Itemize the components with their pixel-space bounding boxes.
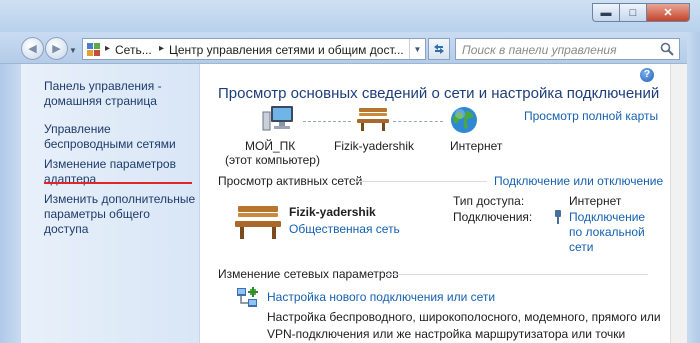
caption-buttons: ▬ □ ✕ [592, 3, 690, 22]
network-type-link[interactable]: Общественная сеть [289, 222, 400, 236]
highlight-underline [44, 182, 192, 184]
network-setup-icon [237, 287, 258, 307]
window-right-frame [687, 32, 700, 343]
page-title: Просмотр основных сведений о сети и наст… [218, 85, 660, 102]
sidebar-item-advanced-sharing[interactable]: Изменить дополнительные параметры общего… [44, 192, 196, 237]
forward-icon: ▶ [52, 43, 61, 55]
access-type-value: Интернет [569, 194, 622, 208]
globe-icon [451, 107, 477, 133]
address-bar[interactable]: ▸ Сеть... ▸ Центр управления сетями и об… [82, 38, 426, 60]
maximize-icon: □ [629, 6, 637, 19]
refresh-icon [434, 44, 444, 54]
map-connection-line [393, 121, 443, 122]
change-settings-heading: Изменение сетевых параметров [218, 267, 399, 281]
title-bar: ▬ □ ✕ [0, 0, 700, 32]
computer-subtitle: (этот компьютер) [225, 153, 320, 167]
map-network-name[interactable]: Fizik-yadershik [334, 139, 414, 153]
breadcrumb-network[interactable]: Сеть... [115, 43, 152, 57]
recent-pages-dropdown[interactable]: ▼ [69, 46, 77, 55]
local-connection-link[interactable]: Подключение по локальной сети [569, 210, 659, 255]
section-divider [386, 274, 648, 275]
map-connection-line [303, 121, 351, 122]
sidebar-item-control-panel-home[interactable]: Панель управления - домашняя страница [44, 79, 196, 109]
search-icon[interactable] [660, 42, 674, 56]
vertical-scrollbar[interactable] [670, 64, 687, 343]
sidebar-item-manage-wireless[interactable]: Управление беспроводными сетями [44, 122, 196, 152]
wired-connection-icon [555, 210, 561, 224]
breadcrumb-separator[interactable]: ▸ [159, 43, 164, 54]
control-panel-icon [87, 43, 100, 56]
access-type-label: Тип доступа: [453, 194, 525, 208]
search-box[interactable]: Поиск в панели управления [455, 38, 680, 60]
breadcrumb-separator[interactable]: ▸ [105, 43, 110, 54]
internet-label[interactable]: Интернет [450, 139, 502, 153]
view-full-map-link[interactable]: Просмотр полной карты [524, 109, 658, 123]
maximize-button[interactable]: □ [619, 3, 646, 22]
refresh-button[interactable] [428, 38, 450, 60]
minimize-icon: ▬ [600, 6, 612, 19]
back-icon: ◀ [28, 43, 37, 55]
close-button[interactable]: ✕ [646, 3, 690, 22]
active-network-name: Fizik-yadershik [289, 205, 376, 219]
bench-icon [357, 108, 389, 131]
window-left-frame [0, 64, 21, 343]
sidebar: Панель управления - домашняя страница Уп… [21, 64, 200, 343]
setup-new-connection-description: Настройка беспроводного, широкополосного… [267, 310, 661, 341]
active-networks-heading: Просмотр активных сетей [218, 174, 363, 188]
close-icon: ✕ [663, 7, 673, 19]
minimize-button[interactable]: ▬ [592, 3, 619, 22]
bench-icon [235, 206, 281, 239]
help-icon[interactable]: ? [640, 68, 654, 82]
back-button[interactable]: ◀ [21, 37, 44, 60]
computer-name[interactable]: МОЙ_ПК [245, 139, 295, 153]
connections-label: Подключения: [453, 210, 533, 224]
search-placeholder[interactable]: Поиск в панели управления [462, 43, 617, 57]
computer-icon [262, 106, 293, 131]
address-dropdown-button[interactable]: ▼ [409, 39, 425, 59]
setup-new-connection-link[interactable]: Настройка нового подключения или сети [267, 290, 495, 304]
forward-button[interactable]: ▶ [45, 37, 68, 60]
breadcrumb-network-center[interactable]: Центр управления сетями и общим дост... [169, 43, 404, 57]
connect-disconnect-link[interactable]: Подключение или отключение [494, 174, 663, 188]
section-divider [351, 181, 487, 182]
